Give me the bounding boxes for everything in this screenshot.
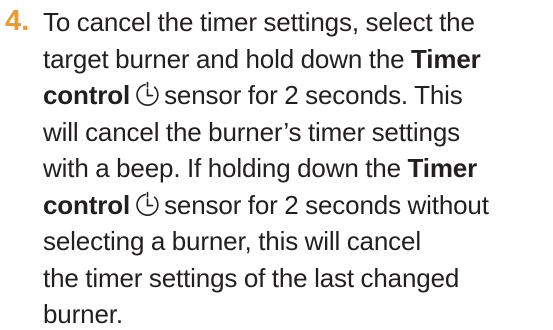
text-line-2: target burner and hold down the Timer	[43, 41, 549, 78]
text-run: To cancel the timer settings, select the	[43, 7, 475, 37]
text-run: the timer settings of the last changed	[43, 262, 460, 293]
text-line-7: selecting a burner, this will cancel	[43, 223, 549, 260]
timer-icon	[134, 81, 161, 108]
text-run: sensor for 2 seconds without	[164, 189, 489, 220]
timer-control-label: control	[43, 189, 131, 220]
text-line-9: burner.	[43, 296, 549, 330]
timer-icon	[134, 191, 161, 218]
timer-control-label: Timer	[407, 153, 478, 183]
step-text: To cancel the timer settings, select the…	[43, 4, 549, 330]
step-number: 4.	[5, 5, 30, 37]
text-line-8: the timer settings of the last changed	[43, 260, 549, 297]
timer-control-label: Timer	[411, 43, 481, 74]
text-run: selecting a burner, this will cancel	[43, 226, 421, 256]
timer-control-label: control	[43, 80, 131, 110]
text-line-6: control sensor for 2 seconds without	[43, 187, 549, 224]
text-run: will cancel the burner’s timer settings	[43, 116, 460, 147]
text-run: burner.	[43, 299, 123, 329]
instruction-step: 4. To cancel the timer settings, select …	[0, 0, 553, 330]
text-run: sensor for 2 seconds. This	[164, 80, 463, 110]
text-line-4: will cancel the burner’s timer settings	[43, 114, 549, 151]
text-line-1: To cancel the timer settings, select the	[43, 4, 549, 41]
text-run: target burner and hold down the	[43, 43, 405, 74]
text-line-5: with a beep. If holding down the Timer	[43, 150, 549, 187]
text-line-3: control sensor for 2 seconds. This	[43, 77, 549, 114]
text-run: with a beep. If holding down the	[43, 153, 401, 183]
